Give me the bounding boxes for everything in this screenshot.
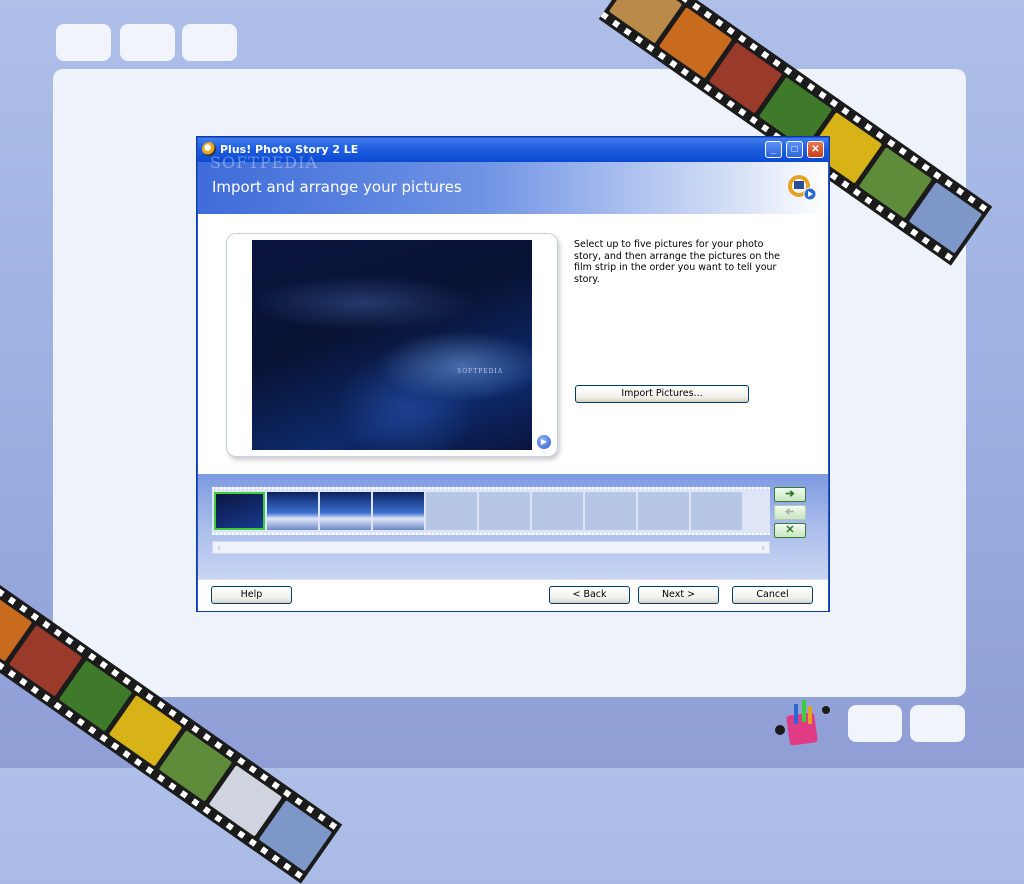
photo-story-logo-icon — [788, 175, 817, 201]
bottom-tab-1[interactable] — [848, 705, 902, 742]
dialog-footer: Help < Back Next > Cancel — [198, 579, 828, 611]
filmstrip-picture-4[interactable] — [373, 492, 424, 530]
filmstrip-empty-slot — [585, 492, 636, 530]
import-pictures-button[interactable]: Import Pictures... — [575, 385, 749, 403]
filmstrip — [212, 487, 770, 535]
filmstrip-picture-2[interactable] — [267, 492, 318, 530]
page-title: Import and arrange your pictures — [212, 178, 462, 196]
play-icon[interactable]: ▶ — [536, 434, 552, 450]
filmstrip-empty-slot — [638, 492, 689, 530]
move-right-button[interactable]: ➔ — [774, 487, 806, 502]
main-body: SOFTPEDIA ▶ Select up to five pictures f… — [198, 214, 828, 474]
softpedia-watermark: SOFTPEDIA — [210, 153, 318, 172]
minimize-button[interactable]: _ — [765, 141, 782, 158]
preview-card: SOFTPEDIA ▶ — [226, 233, 558, 457]
filmstrip-picture-1[interactable] — [214, 492, 265, 530]
back-to-main-page-logo[interactable] — [760, 690, 844, 760]
remove-picture-button[interactable]: ✕ — [774, 523, 806, 538]
maximize-button[interactable]: □ — [786, 141, 803, 158]
filmstrip-picture-3[interactable] — [320, 492, 371, 530]
filmstrip-empty-slot — [691, 492, 742, 530]
preview-watermark: SOFTPEDIA — [457, 368, 504, 375]
top-tab-3[interactable] — [182, 24, 237, 61]
scroll-left-icon[interactable]: ‹ — [213, 542, 225, 553]
move-left-button[interactable]: ➔ — [774, 505, 806, 520]
close-button[interactable]: ✕ — [807, 141, 824, 158]
filmstrip-empty-slot — [532, 492, 583, 530]
header-banner: SOFTPEDIA Import and arrange your pictur… — [198, 153, 828, 214]
back-button[interactable]: < Back — [549, 586, 630, 604]
preview-image: SOFTPEDIA — [252, 240, 532, 450]
filmstrip-area: ➔ ➔ ✕ ‹ › — [198, 474, 828, 579]
arrow-left-icon: ➔ — [785, 506, 795, 518]
top-tab-1[interactable] — [56, 24, 111, 61]
bottom-tab-2[interactable] — [910, 705, 965, 742]
top-tab-2[interactable] — [120, 24, 175, 61]
next-button[interactable]: Next > — [638, 586, 719, 604]
help-button[interactable]: Help — [211, 586, 292, 604]
filmstrip-empty-slot — [479, 492, 530, 530]
filmstrip-scrollbar[interactable]: ‹ › — [212, 541, 770, 554]
cancel-button[interactable]: Cancel — [732, 586, 813, 604]
scroll-right-icon[interactable]: › — [757, 542, 769, 553]
photo-story-dialog: Plus! Photo Story 2 LE _ □ ✕ SOFTPEDIA I… — [197, 137, 829, 611]
instructions-text: Select up to five pictures for your phot… — [574, 239, 780, 285]
x-icon: ✕ — [785, 524, 795, 536]
arrow-right-icon: ➔ — [785, 488, 795, 500]
filmstrip-empty-slot — [426, 492, 477, 530]
